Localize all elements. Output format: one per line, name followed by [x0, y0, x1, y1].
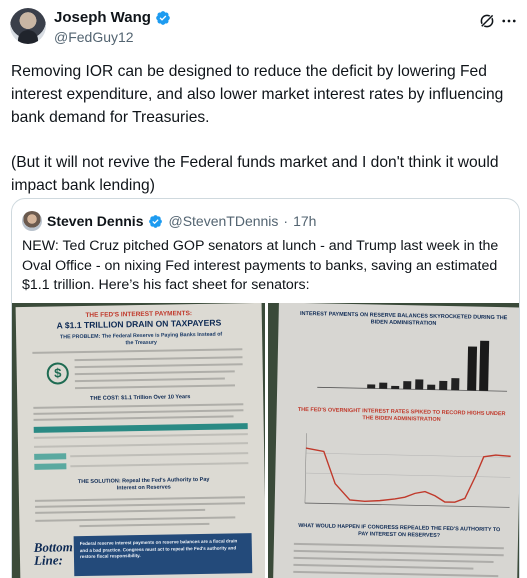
chart1-title: INTEREST PAYMENTS ON RESERVE BALANCES SK…	[299, 310, 508, 327]
text-line	[293, 556, 494, 564]
text-line	[34, 496, 245, 502]
fact-sheet-photo-right[interactable]: INTEREST PAYMENTS ON RESERVE BALANCES SK…	[268, 303, 519, 578]
table-row	[70, 462, 249, 468]
tweet-header: Joseph Wang @FedGuy12	[10, 8, 520, 48]
quoted-avatar	[22, 211, 42, 231]
display-name[interactable]: Joseph Wang	[54, 9, 151, 26]
text-line	[33, 409, 244, 415]
fact-sheet-solution: THE SOLUTION: Repeal the Fed's Authority…	[77, 476, 210, 492]
reserve-interest-bar-chart	[317, 340, 508, 392]
table-header-row	[33, 423, 248, 433]
text-line	[293, 549, 504, 557]
table-row	[33, 433, 248, 439]
text-line	[74, 384, 236, 390]
quoted-media: THE FED'S INTEREST PAYMENTS: A $1.1 TRIL…	[12, 303, 519, 578]
text-line	[32, 348, 243, 354]
handle[interactable]: @FedGuy12	[54, 29, 134, 45]
quoted-handle: @StevenTDennis	[168, 213, 279, 229]
bottom-line-box: Federal reserve interest payments on res…	[73, 533, 253, 577]
grok-icon[interactable]	[478, 12, 496, 30]
text-line	[35, 508, 206, 514]
quoted-tweet-header: Steven Dennis @StevenTDennis · 17h	[22, 211, 316, 231]
tweet-paragraph: (But it will not revive the Federal fund…	[11, 154, 499, 194]
tweet-paragraph: Removing IOR can be designed to reduce t…	[11, 63, 504, 126]
repeal-question: WHAT WOULD HAPPEN IF CONGRESS REPEALED T…	[298, 522, 501, 539]
quoted-timestamp[interactable]: 17h	[293, 213, 316, 229]
text-line	[79, 522, 210, 528]
text-line	[293, 563, 474, 570]
quoted-tweet-text: NEW: Ted Cruz pitched GOP senators at lu…	[22, 238, 499, 293]
fact-sheet-problem: THE PROBLEM: The Federal Reserve is Payi…	[59, 331, 223, 347]
fact-sheet-photo-left[interactable]: THE FED'S INTEREST PAYMENTS: A $1.1 TRIL…	[12, 303, 265, 578]
table-label-cell	[34, 463, 67, 470]
fact-sheet-page-2: INTEREST PAYMENTS ON RESERVE BALANCES SK…	[273, 303, 519, 578]
table-label-cell	[34, 453, 67, 460]
text-line	[293, 570, 499, 578]
fact-sheet-cost: THE COST: $1.1 Trillion Over 10 Years	[89, 394, 191, 402]
quoted-tweet[interactable]: Steven Dennis @StevenTDennis · 17h NEW: …	[11, 198, 520, 578]
text-line	[74, 363, 243, 369]
overnight-rate-line-chart	[304, 433, 511, 508]
chart2-title: THE FED'S OVERNIGHT INTEREST RATES SPIKE…	[297, 406, 506, 423]
name-row: Joseph Wang	[54, 9, 171, 26]
dollar-icon: $	[46, 362, 69, 385]
verified-badge-icon	[156, 10, 170, 25]
text-line	[35, 502, 246, 508]
tweet: Joseph Wang @FedGuy12 Removing IOR can b…	[0, 0, 527, 578]
separator-dot: ·	[283, 213, 289, 229]
bottom-line-text: Federal reserve interest payments on res…	[79, 538, 238, 560]
more-icon[interactable]	[500, 12, 518, 30]
text-line	[74, 370, 235, 376]
table-row	[70, 452, 249, 458]
avatar[interactable]	[10, 8, 46, 44]
text-line	[35, 516, 236, 522]
tweet-text: Removing IOR can be designed to reduce t…	[11, 60, 516, 219]
quoted-display-name: Steven Dennis	[47, 213, 144, 229]
bottom-line-label: Bottom Line:	[33, 539, 73, 568]
text-line	[293, 542, 504, 550]
fact-sheet-page-1: THE FED'S INTEREST PAYMENTS: A $1.1 TRIL…	[15, 303, 265, 578]
table-row	[34, 442, 249, 448]
text-line	[74, 356, 243, 362]
text-line	[74, 377, 225, 383]
verified-badge-icon	[149, 214, 163, 228]
text-line	[33, 415, 234, 421]
text-line	[33, 403, 244, 409]
